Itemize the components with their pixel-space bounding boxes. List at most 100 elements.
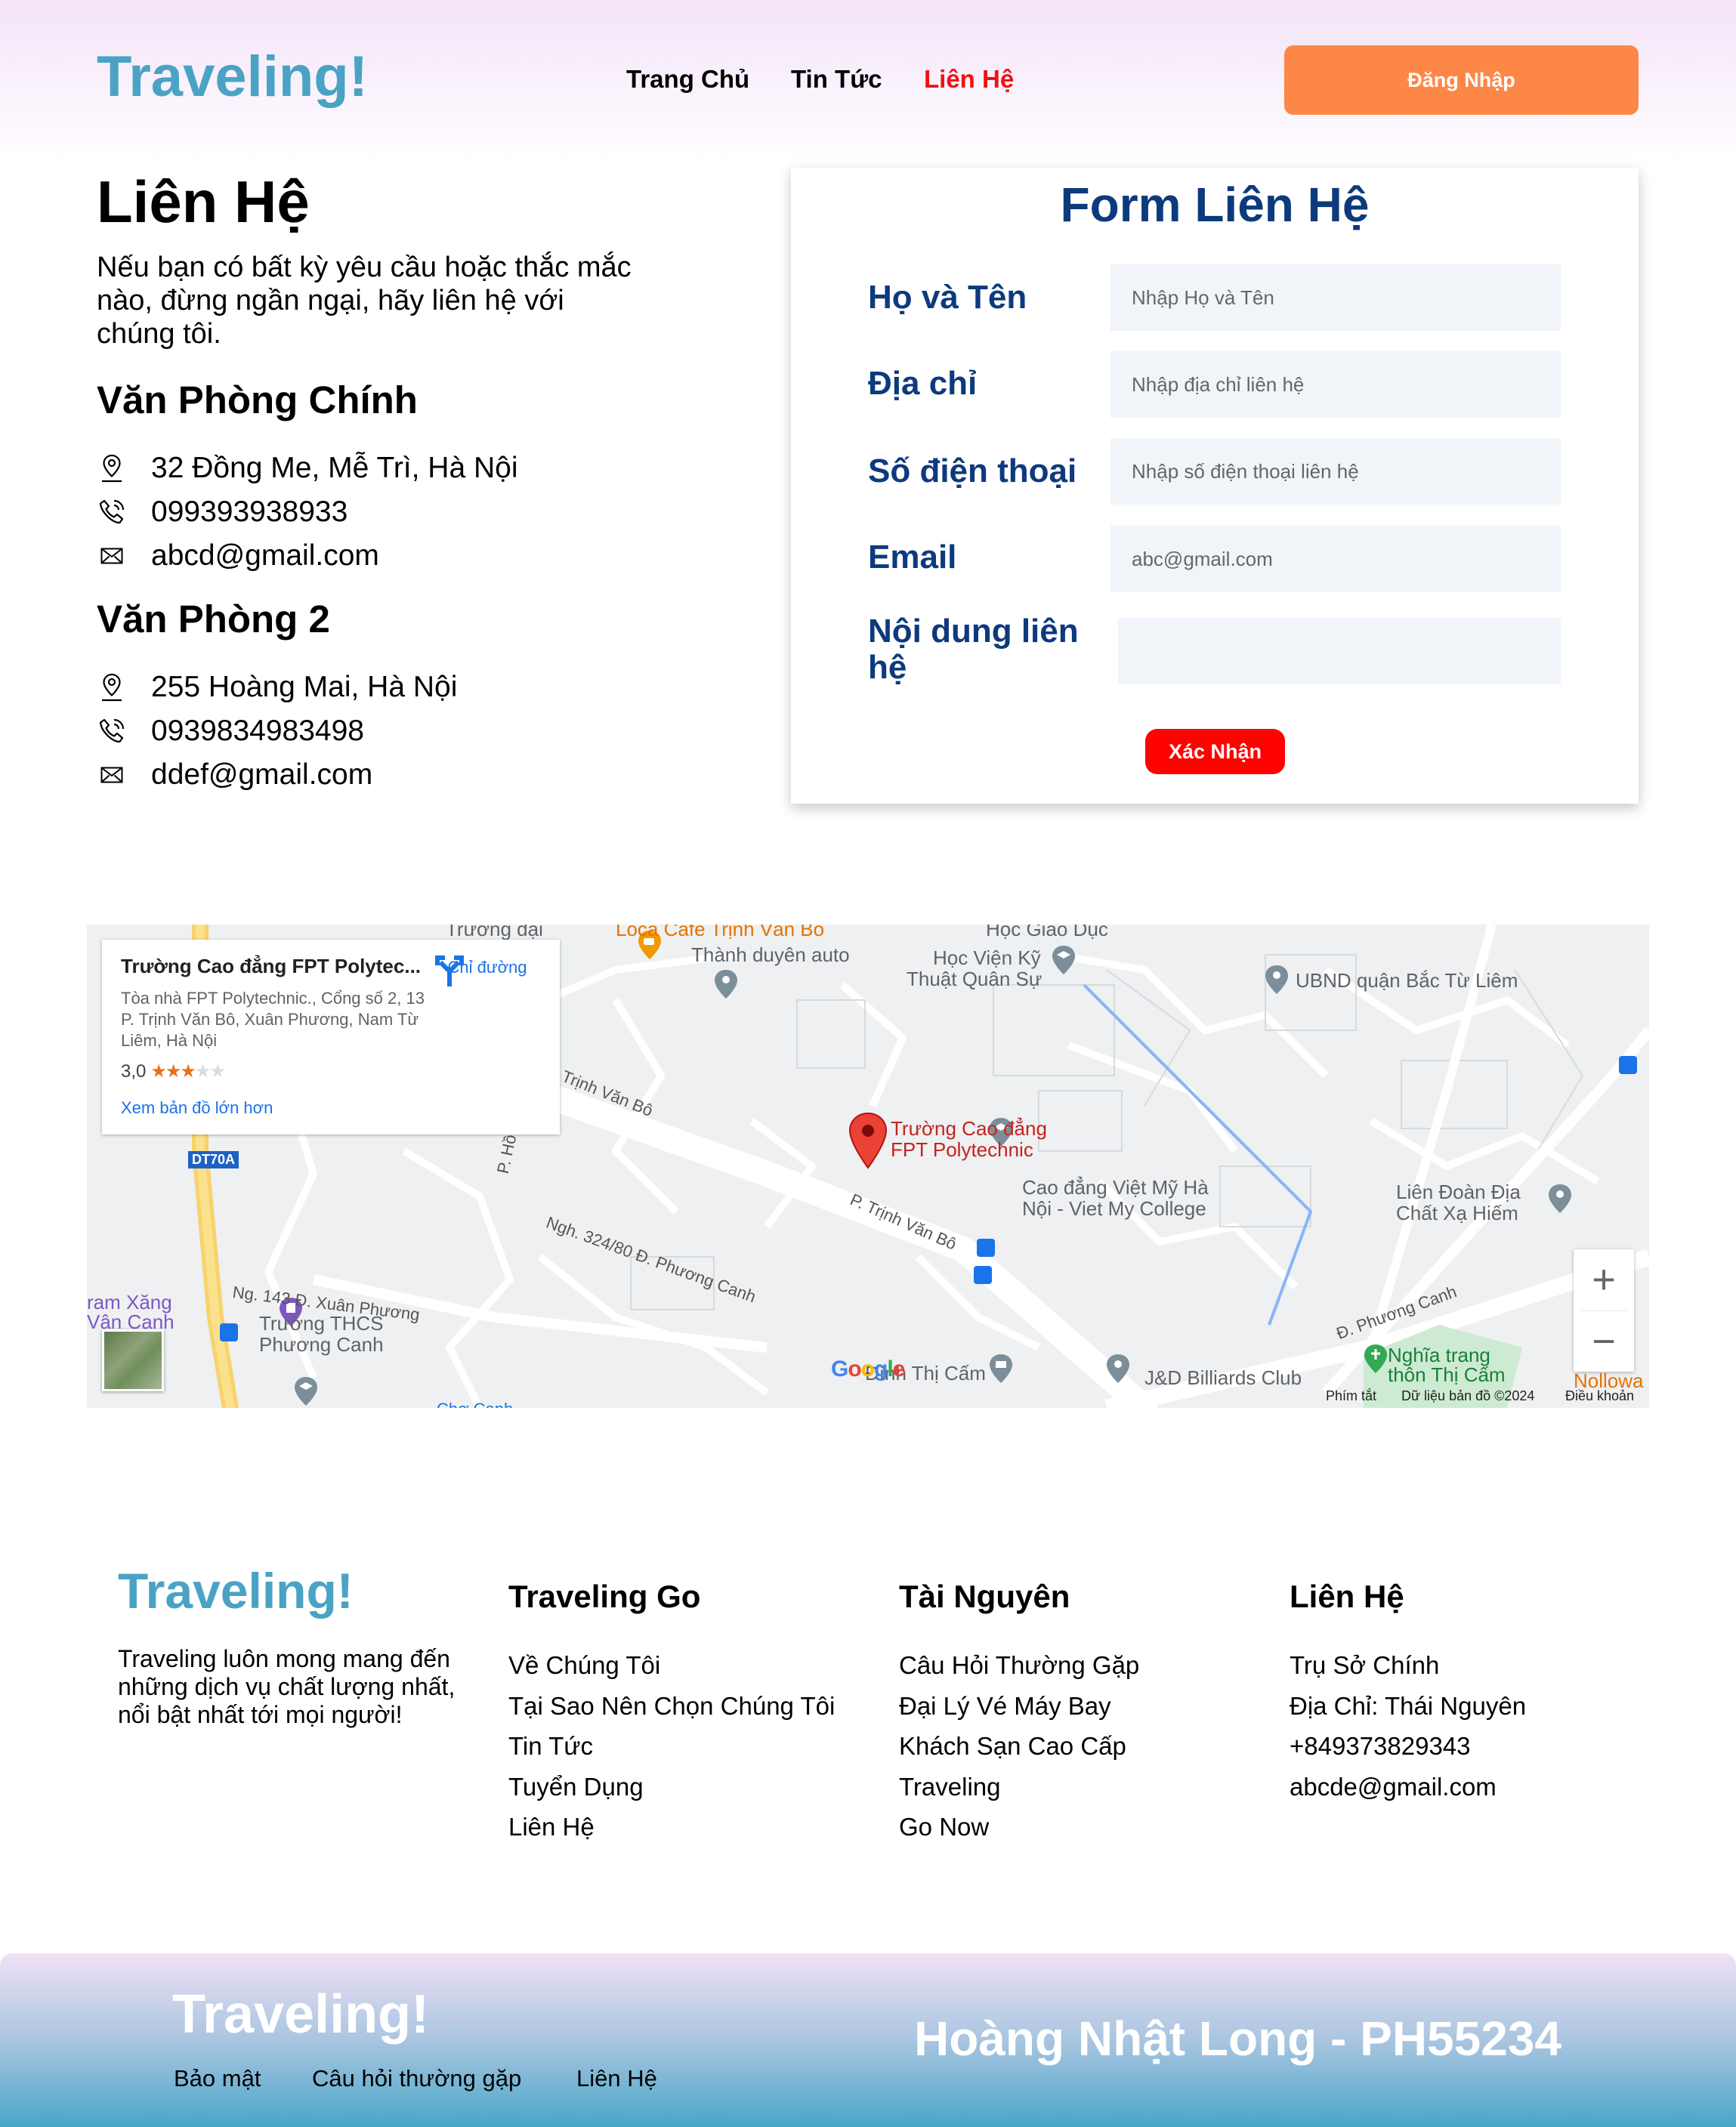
footer-link[interactable]: Go Now [899, 1813, 989, 1841]
office-phone: 0939834983498 [151, 715, 364, 747]
bottom-bar: Traveling! Bảo mật Câu hỏi thường gặp Li… [0, 1953, 1736, 2127]
zoom-out-button[interactable]: − [1574, 1311, 1634, 1372]
nav-lien-he[interactable]: Liên Hệ [924, 65, 1014, 94]
rating-value: 3,0 [121, 1060, 147, 1082]
office-email: abcd@gmail.com [151, 539, 379, 572]
cemetery-pin-icon[interactable] [1361, 1341, 1391, 1387]
location-pin-icon[interactable] [1545, 1181, 1575, 1227]
place-rating: 3,0 ★★★★★ [121, 1060, 226, 1082]
bus-stop-icon[interactable] [1619, 1056, 1637, 1074]
envelope-icon [97, 541, 127, 571]
email-label: Email [868, 539, 957, 576]
phone-input[interactable] [1110, 438, 1561, 505]
name-input[interactable] [1110, 264, 1561, 331]
footer-link[interactable]: Về Chúng Tôi [508, 1651, 660, 1680]
footer-link[interactable]: Liên Hệ [508, 1813, 595, 1841]
map-label: Chất Xạ Hiếm [1396, 1202, 1518, 1224]
login-button[interactable]: Đăng Nhập [1284, 45, 1639, 115]
bottom-link-privacy[interactable]: Bảo mật [174, 2065, 261, 2092]
phone-icon [97, 716, 127, 746]
map-label: UBND quận Bắc Từ Liêm [1296, 969, 1518, 992]
temple-pin-icon[interactable] [986, 1351, 1016, 1397]
footer-contact-item: Địa Chỉ: Thái Nguyên [1290, 1692, 1527, 1720]
bottom-link-contact[interactable]: Liên Hệ [576, 2065, 657, 2092]
location-pin-icon[interactable] [1103, 1351, 1133, 1397]
place-address: Tòa nhà FPT Polytechnic., Cổng số 2, 13 … [121, 989, 425, 1050]
office-title-2: Văn Phòng 2 [97, 597, 330, 641]
office-title-main: Văn Phòng Chính [97, 378, 418, 421]
school-pin-icon[interactable] [1049, 943, 1079, 988]
phone-label: Số điện thoại [868, 452, 1077, 489]
bus-stop-icon[interactable] [220, 1323, 238, 1341]
footer-link[interactable]: Tin Tức [508, 1732, 593, 1761]
embedded-map[interactable]: Trường đại Loca Cafe Trịnh Văn Bô Thành … [87, 925, 1649, 1408]
map-label: Học Giáo Dục [986, 925, 1108, 940]
message-textarea[interactable] [1118, 618, 1561, 684]
footer-link[interactable]: Đại Lý Vé Máy Bay [899, 1692, 1111, 1721]
location-marker-icon[interactable] [848, 1112, 888, 1169]
contact-intro: Nếu bạn có bất kỳ yêu cầu hoặc thắc mắc … [97, 252, 632, 350]
phone-icon [97, 497, 127, 527]
terms-link[interactable]: Điều khoản [1565, 1388, 1634, 1404]
map-label: Loca Cafe Trịnh Văn Bô [616, 925, 825, 940]
office-email: ddef@gmail.com [151, 758, 373, 791]
location-pin-icon [97, 672, 127, 702]
rating-stars-icon: ★★★★★ [150, 1061, 226, 1082]
footer-description: Traveling luôn mong mang đến những dịch … [118, 1645, 456, 1728]
directions-icon [435, 955, 464, 986]
map-label: Nội - Viet My College [1022, 1197, 1206, 1220]
location-pin-icon[interactable] [1262, 962, 1292, 1008]
bus-stop-icon[interactable] [974, 1266, 992, 1284]
footer-link[interactable]: Câu Hỏi Thường Gặp [899, 1651, 1139, 1680]
location-pin-icon [97, 453, 127, 483]
marker-label: Trường Cao đẳng [891, 1117, 1047, 1140]
footer-contact-item: abcde@gmail.com [1290, 1773, 1497, 1801]
address-label: Địa chỉ [868, 365, 978, 402]
nav-tin-tuc[interactable]: Tin Tức [791, 65, 882, 94]
email-input[interactable] [1110, 526, 1561, 592]
office-main-phone: 099393938933 [97, 492, 348, 532]
name-label: Họ và Tên [868, 279, 1027, 316]
map-label: Thuật Quân Sự [907, 968, 1043, 990]
map-label: Học Viện Kỹ [933, 946, 1041, 969]
office-address: 255 Hoàng Mai, Hà Nội [151, 671, 458, 703]
bottom-logo[interactable]: Traveling! [172, 1983, 429, 2045]
footer-link[interactable]: Tuyển Dụng [508, 1773, 644, 1801]
zoom-controls: + − [1574, 1249, 1634, 1372]
bus-stop-icon[interactable] [977, 1239, 995, 1257]
site-logo[interactable]: Traveling! [97, 44, 368, 110]
marker-label: FPT Polytechnic [891, 1138, 1033, 1161]
satellite-toggle[interactable] [102, 1329, 164, 1391]
footer-link[interactable]: Tại Sao Nên Chọn Chúng Tôi [508, 1692, 835, 1721]
google-logo: Google [831, 1357, 905, 1381]
office-2-phone: 0939834983498 [97, 712, 364, 751]
page-title: Liên Hệ [97, 168, 310, 235]
office-phone: 099393938933 [151, 495, 348, 528]
map-label: J&D Billiards Club [1144, 1366, 1302, 1389]
footer-link[interactable]: Khách Sạn Cao Cấp [899, 1732, 1126, 1761]
message-label: Nội dung liên hệ [868, 613, 1079, 686]
office-2-address: 255 Hoàng Mai, Hà Nội [97, 668, 457, 707]
directions-button[interactable]: Chỉ đường [434, 955, 540, 986]
keyboard-shortcuts-link[interactable]: Phím tắt [1326, 1388, 1376, 1404]
location-pin-icon[interactable] [711, 967, 741, 1012]
road-shield: DT70A [188, 1151, 239, 1168]
footer-link[interactable]: Traveling [899, 1773, 1001, 1801]
address-input[interactable] [1110, 351, 1561, 418]
map-label: Nghĩa trang [1388, 1344, 1490, 1366]
office-2-email: ddef@gmail.com [97, 755, 372, 795]
nav-trang-chu[interactable]: Trang Chủ [626, 65, 749, 94]
zoom-in-button[interactable]: + [1574, 1249, 1634, 1310]
footer-col-title: Liên Hệ [1290, 1579, 1404, 1614]
map-label: thôn Thị Cấm [1388, 1363, 1506, 1386]
map-label: Trường đại [446, 925, 543, 940]
bottom-link-faq[interactable]: Câu hỏi thường gặp [312, 2065, 521, 2092]
larger-map-link[interactable]: Xem bản đồ lớn hơn [121, 1098, 273, 1118]
submit-button[interactable]: Xác Nhận [1145, 729, 1285, 774]
school-pin-icon[interactable] [291, 1374, 321, 1408]
footer-col-title: Tài Nguyên [899, 1579, 1070, 1614]
site-header: Traveling! Trang Chủ Tin Tức Liên Hệ Đăn… [0, 0, 1736, 159]
footer-logo[interactable]: Traveling! [118, 1562, 354, 1619]
form-title: Form Liên Hệ [1060, 178, 1370, 232]
author-credit: Hoàng Nhật Long - PH55234 [914, 2011, 1561, 2066]
